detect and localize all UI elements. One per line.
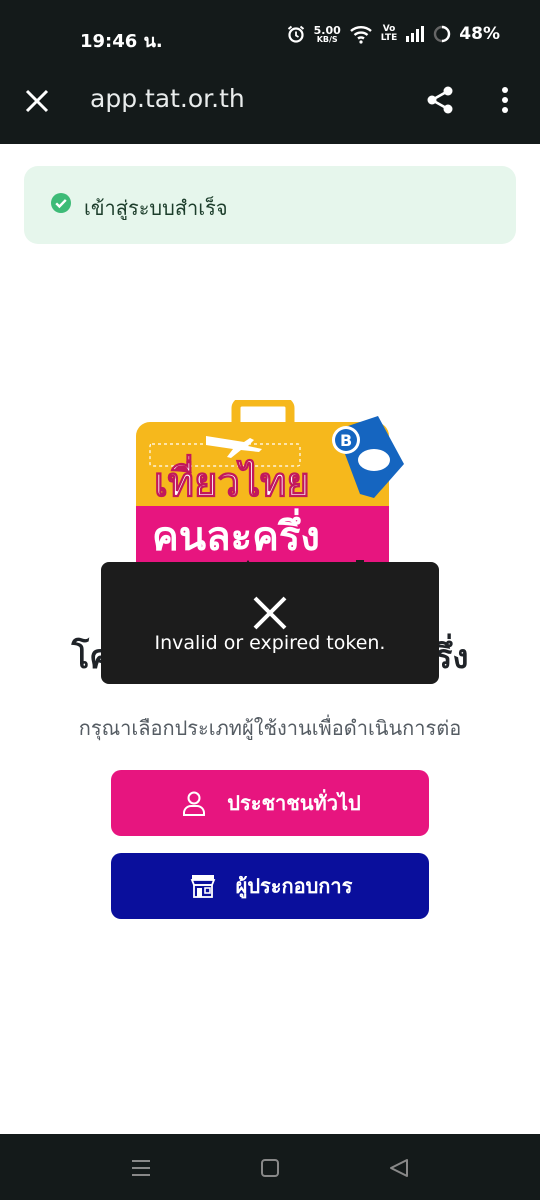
close-icon <box>253 596 287 630</box>
page-subtitle: กรุณาเลือกประเภทผู้ใช้งานเพื่อดำเนินการต… <box>78 716 462 740</box>
status-icons: 5.00 KB/S Vo LTE 48% <box>286 24 500 44</box>
home-icon[interactable] <box>258 1156 282 1180</box>
recents-icon[interactable] <box>129 1156 153 1180</box>
logo-line1: เที่ยวไทย <box>154 454 310 506</box>
battery-icon <box>434 25 451 43</box>
success-alert: เข้าสู่ระบบสำเร็จ <box>24 166 516 244</box>
back-icon[interactable] <box>387 1156 411 1180</box>
check-circle-icon <box>51 193 71 213</box>
person-icon <box>183 791 206 816</box>
url-text: app.tat.or.th <box>90 84 245 113</box>
logo-badge: B <box>340 431 352 450</box>
error-toast: Invalid or expired token. <box>101 562 439 684</box>
system-navigation-bar <box>0 1134 540 1200</box>
volte-indicator: Vo LTE <box>380 24 398 43</box>
store-icon <box>190 875 215 898</box>
logo-line2: คนละครึ่ง <box>152 508 320 560</box>
signal-icon <box>406 26 425 42</box>
share-icon[interactable] <box>424 84 456 116</box>
operator-label: ผู้ประกอบการ <box>235 874 353 898</box>
general-public-button[interactable]: ประชาชนทั่วไป <box>111 770 429 836</box>
battery-level: 48% <box>459 24 500 44</box>
more-vertical-icon[interactable] <box>495 84 515 116</box>
browser-toolbar: app.tat.or.th <box>0 70 540 144</box>
alarm-icon <box>287 25 304 43</box>
data-speed: 5.00 KB/S <box>313 23 341 44</box>
general-public-label: ประชาชนทั่วไป <box>227 791 361 815</box>
status-time: 19:46 น. <box>80 31 163 52</box>
success-text: เข้าสู่ระบบสำเร็จ <box>84 196 228 220</box>
status-bar: 19:46 น. 5.00 KB/S Vo LTE 48% <box>0 0 540 70</box>
close-icon[interactable] <box>22 86 52 116</box>
toast-message: Invalid or expired token. <box>154 632 386 654</box>
wifi-icon <box>349 26 372 44</box>
operator-button[interactable]: ผู้ประกอบการ <box>111 853 429 919</box>
